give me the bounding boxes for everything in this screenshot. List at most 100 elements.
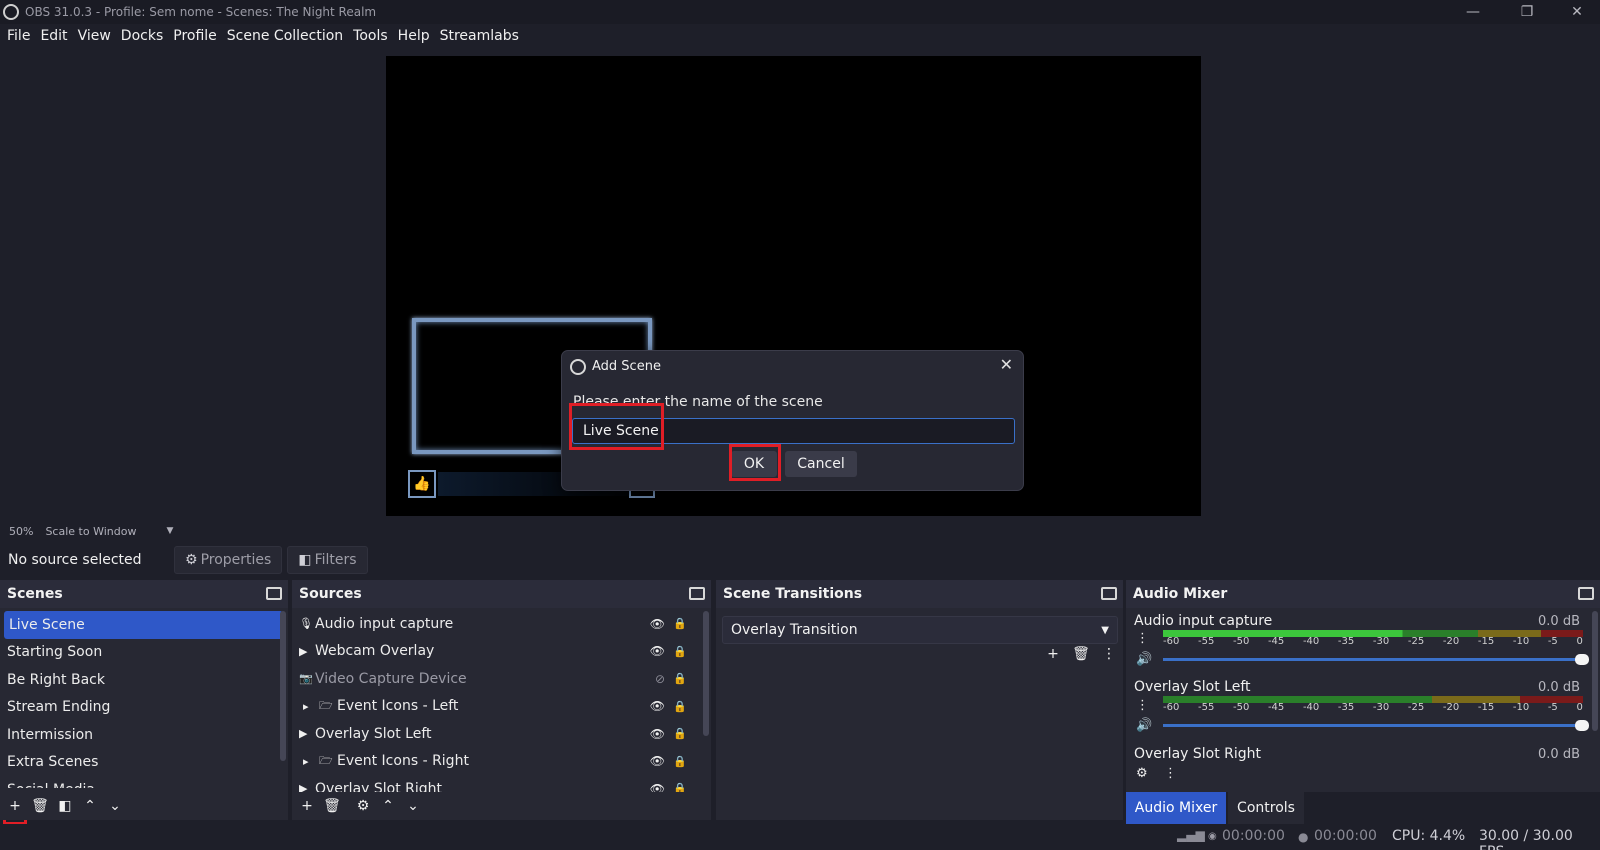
dialog-close-button[interactable]: ✕ — [1000, 355, 1013, 374]
channel-menu-icon[interactable]: ⋮ — [1136, 698, 1149, 713]
scene-item[interactable]: Starting Soon — [0, 639, 288, 667]
menu-tools[interactable]: Tools — [348, 28, 393, 44]
undock-icon[interactable] — [266, 587, 282, 600]
slider-knob[interactable] — [1575, 720, 1589, 731]
expand-arrow-icon[interactable]: ▸ — [303, 755, 317, 768]
mixer-header: Audio Mixer — [1126, 580, 1600, 608]
transitions-title: Scene Transitions — [723, 586, 863, 602]
menu-help[interactable]: Help — [393, 28, 435, 44]
stream-time: 00:00:00 — [1222, 828, 1285, 844]
undock-icon[interactable] — [689, 587, 705, 600]
move-down-button[interactable]: ⌄ — [403, 796, 423, 816]
source-item[interactable]: ▶ Overlay Slot Left 👁 🔒 — [292, 720, 711, 748]
tab-audio-mixer[interactable]: Audio Mixer — [1126, 792, 1226, 824]
signal-icon: ▂▄▆ — [1177, 828, 1205, 842]
expand-arrow-icon[interactable]: ▸ — [303, 700, 317, 713]
zoom-level[interactable]: 50% — [9, 525, 33, 538]
source-item[interactable]: ▶ Webcam Overlay 👁 🔒 — [292, 638, 711, 666]
sources-scrollbar[interactable] — [703, 611, 709, 736]
visibility-eye-icon[interactable]: 👁 — [650, 754, 665, 768]
hidden-eye-icon[interactable]: ⊘ — [655, 672, 665, 686]
cancel-button[interactable]: Cancel — [785, 451, 857, 477]
lock-icon[interactable]: 🔒 — [673, 672, 687, 685]
source-settings-button[interactable]: ⚙ — [353, 796, 373, 816]
fps-display: 30.00 / 30.00 FPS — [1479, 828, 1573, 850]
lock-icon[interactable]: 🔒 — [673, 617, 687, 630]
scene-item[interactable]: Live Scene — [4, 611, 283, 639]
menu-docks[interactable]: Docks — [116, 28, 168, 44]
add-scene-button[interactable]: + — [5, 796, 25, 816]
menu-file[interactable]: File — [2, 28, 35, 44]
menu-profile[interactable]: Profile — [168, 28, 222, 44]
channel-db: 0.0 dB — [1538, 747, 1580, 762]
mixer-settings-icon[interactable]: ⚙ — [1136, 766, 1148, 781]
volume-slider[interactable] — [1163, 720, 1589, 731]
move-up-button[interactable]: ⌃ — [80, 796, 100, 816]
restore-button[interactable]: ❐ — [1504, 0, 1550, 24]
visibility-eye-icon[interactable]: 👁 — [650, 727, 665, 741]
menu-edit[interactable]: Edit — [35, 28, 72, 44]
remove-source-button[interactable]: 🗑 — [322, 796, 342, 816]
move-up-button[interactable]: ⌃ — [378, 796, 398, 816]
lock-icon[interactable]: 🔒 — [673, 645, 687, 658]
move-down-button[interactable]: ⌄ — [105, 796, 125, 816]
transition-menu-button[interactable]: ⋮ — [1099, 644, 1119, 664]
scene-item[interactable]: Stream Ending — [0, 694, 288, 722]
undock-icon[interactable] — [1578, 587, 1594, 600]
speaker-icon[interactable]: 🔊 — [1136, 718, 1152, 733]
source-item[interactable]: 📷 Video Capture Device ⊘ 🔒 — [292, 665, 711, 693]
scene-item[interactable]: Extra Scenes — [0, 749, 288, 777]
source-group[interactable]: ▸ 🗁 Event Icons - Right 👁 🔒 — [292, 748, 711, 776]
channel-name: Overlay Slot Right — [1134, 746, 1262, 762]
sources-footer: + 🗑 ⚙ ⌃ ⌄ — [292, 792, 423, 820]
lock-icon[interactable]: 🔒 — [673, 755, 687, 768]
lock-icon[interactable]: 🔒 — [673, 782, 687, 792]
tab-controls[interactable]: Controls — [1228, 792, 1304, 824]
zoom-mode[interactable]: Scale to Window — [45, 525, 136, 538]
minimize-button[interactable]: — — [1450, 0, 1496, 24]
speaker-icon[interactable]: 🔊 — [1136, 652, 1152, 667]
add-transition-button[interactable]: + — [1043, 644, 1063, 664]
lock-icon[interactable]: 🔒 — [673, 700, 687, 713]
menu-bar: File Edit View Docks Profile Scene Colle… — [0, 24, 1600, 48]
add-source-button[interactable]: + — [297, 796, 317, 816]
source-item[interactable]: ▶ Overlay Slot Right 👁 🔒 — [292, 775, 711, 792]
chevron-down-icon: ▼ — [1101, 624, 1109, 636]
close-button[interactable]: ✕ — [1554, 0, 1600, 24]
channel-menu-icon[interactable]: ⋮ — [1136, 631, 1149, 646]
source-toolbar: No source selected ⚙ Properties ◧ Filters — [0, 544, 1600, 576]
scene-filters-button[interactable]: ◧ — [55, 796, 75, 816]
slider-knob[interactable] — [1575, 654, 1589, 665]
scenes-scrollbar[interactable] — [280, 611, 286, 761]
scene-item[interactable]: Social Media — [0, 776, 288, 788]
mixer-scrollbar[interactable] — [1592, 611, 1598, 731]
transition-buttons: + 🗑 ⋮ — [1043, 644, 1119, 664]
gear-icon: ⚙ — [185, 552, 198, 568]
meter-ticks: -60 -55 -50 -45 -40 -35 -30 -25 -20 -15 -10 -5 0 — [1163, 702, 1583, 713]
transitions-header: Scene Transitions — [716, 580, 1123, 608]
mixer-title: Audio Mixer — [1133, 586, 1228, 602]
chevron-down-icon[interactable]: ▼ — [166, 526, 173, 536]
properties-button[interactable]: ⚙ Properties — [174, 546, 283, 574]
volume-slider[interactable] — [1163, 654, 1589, 665]
transition-select[interactable]: Overlay Transition ▼ — [722, 616, 1118, 644]
menu-streamlabs[interactable]: Streamlabs — [435, 28, 524, 44]
remove-scene-button[interactable]: 🗑 — [30, 796, 50, 816]
undock-icon[interactable] — [1101, 587, 1117, 600]
visibility-eye-icon[interactable]: 👁 — [650, 782, 665, 792]
filters-button[interactable]: ◧ Filters — [287, 546, 368, 574]
visibility-eye-icon[interactable]: 👁 — [650, 617, 665, 631]
source-group[interactable]: ▸ 🗁 Event Icons - Left 👁 🔒 — [292, 693, 711, 721]
visibility-eye-icon[interactable]: 👁 — [650, 644, 665, 658]
visibility-eye-icon[interactable]: 👁 — [650, 699, 665, 713]
stream-status-icon: ◉ — [1208, 831, 1217, 842]
lock-icon[interactable]: 🔒 — [673, 727, 687, 740]
sources-title: Sources — [299, 586, 362, 602]
source-item[interactable]: 🎙 Audio input capture 👁 🔒 — [292, 610, 711, 638]
scene-item[interactable]: Be Right Back — [0, 666, 288, 694]
remove-transition-button[interactable]: 🗑 — [1071, 644, 1091, 664]
menu-scene-collection[interactable]: Scene Collection — [222, 28, 348, 44]
mixer-menu-icon[interactable]: ⋮ — [1164, 766, 1177, 781]
scene-item[interactable]: Intermission — [0, 721, 288, 749]
menu-view[interactable]: View — [73, 28, 116, 44]
